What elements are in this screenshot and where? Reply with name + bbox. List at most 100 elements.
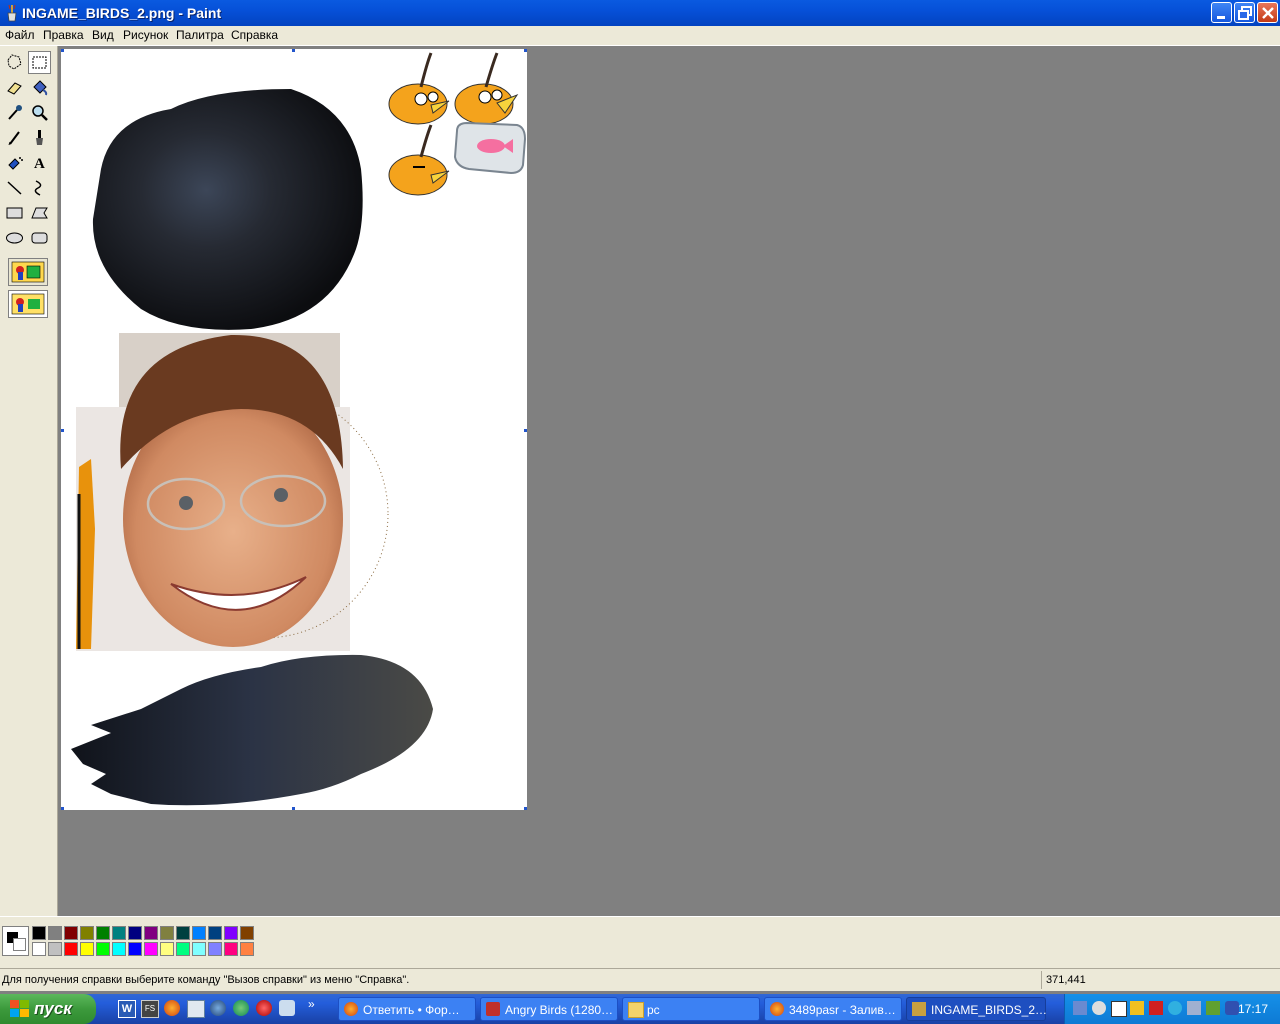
palette-swatch[interactable] bbox=[48, 926, 62, 940]
task-button[interactable]: pc bbox=[622, 997, 760, 1021]
color-picker-tool[interactable] bbox=[3, 101, 26, 124]
close-button[interactable] bbox=[1257, 2, 1278, 23]
palette-swatch[interactable] bbox=[48, 942, 62, 956]
palette-swatch[interactable] bbox=[192, 926, 206, 940]
fill-tool[interactable] bbox=[28, 76, 51, 99]
pencil-tool[interactable] bbox=[3, 126, 26, 149]
palette-swatch[interactable] bbox=[32, 926, 46, 940]
ellipse-icon bbox=[6, 232, 23, 244]
explorer-icon[interactable] bbox=[210, 1000, 226, 1016]
start-button[interactable]: пуск bbox=[0, 994, 96, 1024]
cursor-coordinates: 371,441 bbox=[1046, 974, 1086, 986]
opera-icon[interactable] bbox=[256, 1000, 272, 1016]
send-icon[interactable] bbox=[279, 1000, 295, 1016]
resize-handle[interactable] bbox=[61, 807, 64, 810]
palette-swatch[interactable] bbox=[128, 942, 142, 956]
palette-swatch[interactable] bbox=[96, 942, 110, 956]
fs-icon[interactable]: FS bbox=[141, 1000, 159, 1018]
palette-swatch[interactable] bbox=[176, 942, 190, 956]
network-icon[interactable] bbox=[1073, 1001, 1087, 1015]
task-button-active[interactable]: INGAME_BIRDS_2… bbox=[906, 997, 1047, 1021]
pencil-icon bbox=[8, 131, 20, 146]
ellipse-tool[interactable] bbox=[3, 226, 26, 249]
palette-swatch[interactable] bbox=[208, 926, 222, 940]
palette-swatch[interactable] bbox=[240, 942, 254, 956]
fish-plate-sprite bbox=[453, 121, 527, 175]
minimize-button[interactable] bbox=[1211, 2, 1232, 23]
menu-palette[interactable]: Палитра bbox=[176, 28, 224, 42]
palette-swatch[interactable] bbox=[112, 942, 126, 956]
palette-swatch[interactable] bbox=[112, 926, 126, 940]
palette-swatch[interactable] bbox=[144, 942, 158, 956]
palette-swatch[interactable] bbox=[32, 942, 46, 956]
curve-icon bbox=[34, 180, 42, 196]
palette-swatch[interactable] bbox=[208, 942, 222, 956]
palette-swatch[interactable] bbox=[96, 926, 110, 940]
palette-swatch[interactable] bbox=[144, 926, 158, 940]
palette-swatch[interactable] bbox=[192, 942, 206, 956]
eraser-tool[interactable] bbox=[3, 76, 26, 99]
magnifier-icon bbox=[32, 105, 48, 121]
palette-swatch[interactable] bbox=[80, 942, 94, 956]
firefox-icon bbox=[770, 1002, 784, 1016]
update-icon[interactable] bbox=[1206, 1001, 1220, 1015]
palette-swatch[interactable] bbox=[240, 926, 254, 940]
palette-swatch[interactable] bbox=[80, 926, 94, 940]
menu-view[interactable]: Вид bbox=[92, 28, 114, 42]
rounded-rect-tool[interactable] bbox=[28, 226, 51, 249]
airbrush-tool[interactable] bbox=[3, 151, 26, 174]
transparency-option-opaque[interactable] bbox=[8, 258, 48, 286]
resize-handle[interactable] bbox=[524, 429, 527, 432]
restore-button[interactable] bbox=[1234, 2, 1255, 23]
resize-handle[interactable] bbox=[292, 807, 295, 810]
resize-handle[interactable] bbox=[524, 49, 527, 52]
word-icon[interactable]: W bbox=[118, 1000, 136, 1018]
palette-swatch[interactable] bbox=[64, 942, 78, 956]
free-select-tool[interactable] bbox=[3, 51, 26, 74]
svg-text:A: A bbox=[34, 156, 45, 172]
palette-swatch[interactable] bbox=[128, 926, 142, 940]
palette-swatch[interactable] bbox=[160, 926, 174, 940]
line-tool[interactable] bbox=[3, 176, 26, 199]
palette-swatch[interactable] bbox=[160, 942, 174, 956]
firefox-icon[interactable] bbox=[164, 1000, 180, 1016]
text-tool[interactable]: A bbox=[28, 151, 51, 174]
orange-bird-sprite-3 bbox=[388, 124, 450, 196]
curve-tool[interactable] bbox=[28, 176, 51, 199]
windows-logo-icon bbox=[10, 1000, 29, 1017]
shield-icon[interactable] bbox=[1225, 1001, 1239, 1015]
palette-swatch[interactable] bbox=[224, 942, 238, 956]
menu-image[interactable]: Рисунок bbox=[123, 28, 168, 42]
menu-file[interactable]: Файл bbox=[5, 28, 35, 42]
paint-app-icon[interactable] bbox=[4, 4, 20, 22]
resize-handle[interactable] bbox=[524, 807, 527, 810]
resize-handle[interactable] bbox=[61, 49, 64, 52]
brush-tool[interactable] bbox=[28, 126, 51, 149]
task-button[interactable]: Angry Birds (1280… bbox=[480, 997, 618, 1021]
transparency-option-transparent[interactable] bbox=[8, 290, 48, 318]
document-icon[interactable] bbox=[187, 1000, 205, 1018]
menu-edit[interactable]: Правка bbox=[43, 28, 84, 42]
rectangle-tool[interactable] bbox=[3, 201, 26, 224]
rect-select-tool[interactable] bbox=[28, 51, 51, 74]
menu-help[interactable]: Справка bbox=[231, 28, 278, 42]
resize-handle[interactable] bbox=[292, 49, 295, 52]
palette-swatch[interactable] bbox=[64, 926, 78, 940]
polygon-tool[interactable] bbox=[28, 201, 51, 224]
task-button[interactable]: 3489pasr - Залив… bbox=[764, 997, 902, 1021]
magnifier-tool[interactable] bbox=[28, 101, 51, 124]
skype-icon[interactable] bbox=[1168, 1001, 1182, 1015]
messenger-icon[interactable] bbox=[1130, 1001, 1144, 1015]
adobe-icon[interactable] bbox=[1149, 1001, 1163, 1015]
antivirus-icon[interactable] bbox=[1092, 1001, 1106, 1015]
monitor-icon[interactable] bbox=[1111, 1001, 1127, 1017]
palette-swatch[interactable] bbox=[176, 926, 190, 940]
globe-icon[interactable] bbox=[233, 1000, 249, 1016]
quick-launch-more-icon[interactable]: » bbox=[308, 997, 315, 1011]
drawing-canvas[interactable] bbox=[61, 49, 527, 810]
display-icon[interactable] bbox=[1187, 1001, 1201, 1015]
airbrush-icon bbox=[8, 157, 23, 170]
task-button[interactable]: Ответить • Фор… bbox=[338, 997, 476, 1021]
palette-swatch[interactable] bbox=[224, 926, 238, 940]
resize-handle[interactable] bbox=[61, 429, 64, 432]
